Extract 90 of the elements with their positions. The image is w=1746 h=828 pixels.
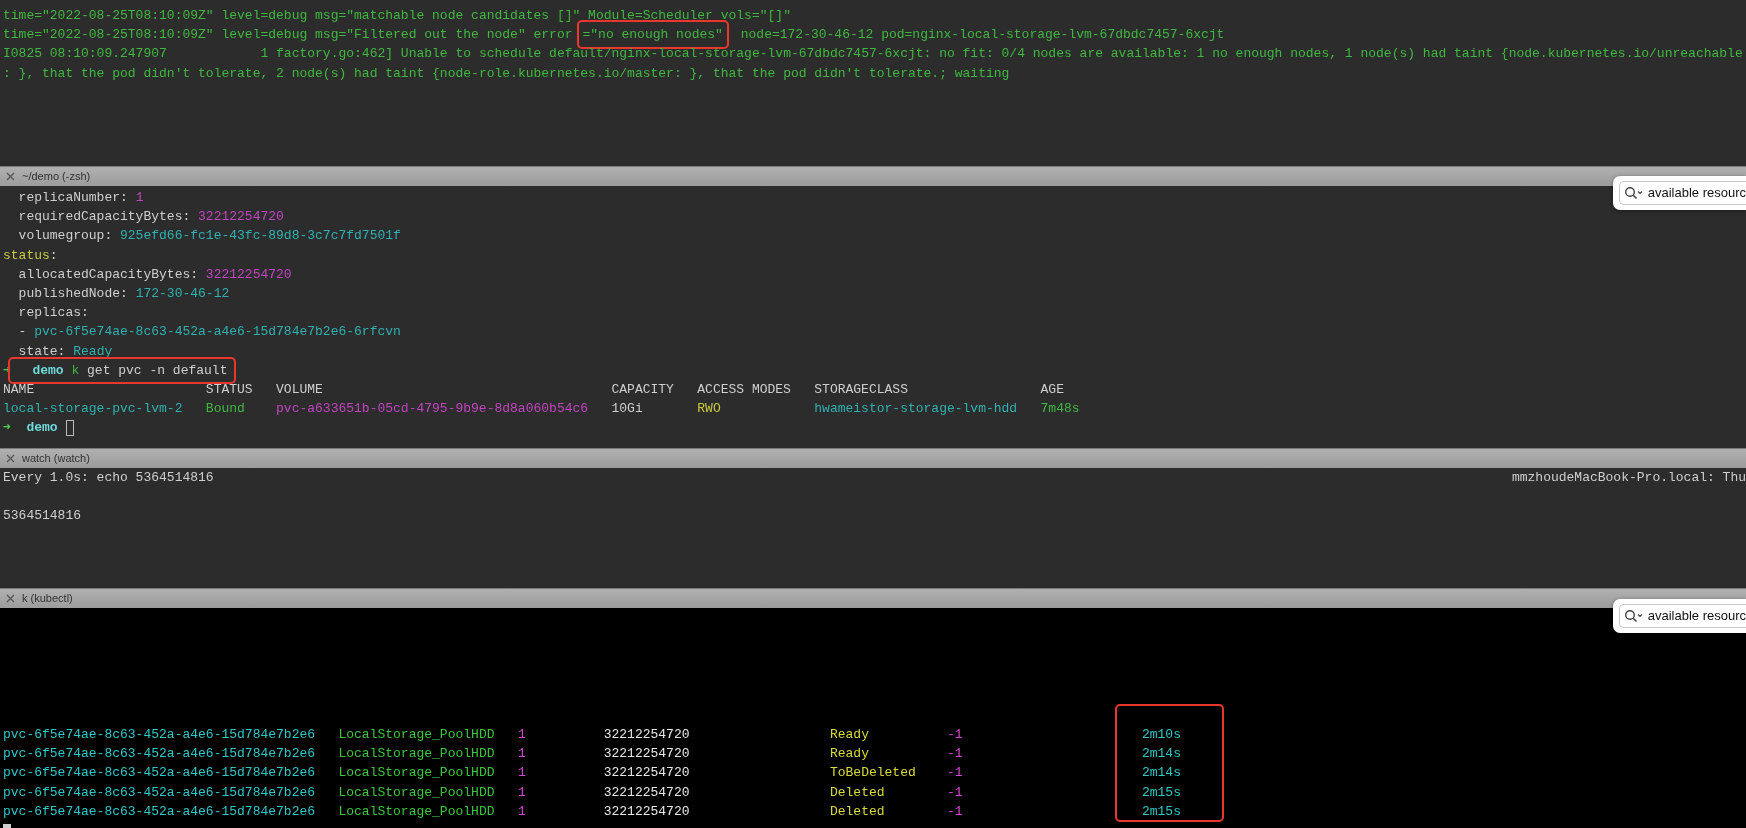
search-field[interactable]: available resourc [1618, 604, 1746, 628]
column-header: NAME [3, 380, 36, 399]
tab-bar[interactable]: ~/demo (-zsh) [0, 166, 1746, 186]
tab-bar[interactable]: k (kubectl) [0, 588, 1746, 608]
column-header: AGE [1040, 380, 1064, 399]
terminal-text: Ready [72, 342, 113, 361]
terminal-text: 32212254720 [197, 208, 284, 227]
table-cell-text: 1 [517, 745, 527, 764]
column-header: ACCESS MODES [697, 380, 792, 399]
terminal-text: demo [31, 361, 64, 380]
table-cell-text: 7m48s [1040, 400, 1080, 419]
table-cell-text: -1 [946, 726, 964, 744]
terminal-text: 925efd66-fc1e-43fc-89d8-3c7c7fd7501f [119, 227, 401, 246]
terminal-text: k [70, 361, 80, 380]
table-cell-text: hwameistor-storage-lvm-hdd [814, 400, 1019, 419]
terminal-text: 5364514816 [3, 507, 81, 526]
terminal-text: status [3, 246, 50, 265]
search-icon[interactable] [1623, 609, 1644, 623]
table-cell-text: pvc-6f5e74ae-8c63-452a-a4e6-15d784e7b2e6 [3, 745, 317, 764]
terminal-text: 172-30-46-12 [134, 284, 230, 303]
terminal-text: state: [17, 342, 66, 361]
table-cell-text: LocalStorage_PoolHDD [338, 726, 496, 744]
table-cell-text: 10Gi [611, 400, 644, 419]
terminal-text: - [17, 323, 27, 342]
table-cell-text: 32212254720 [603, 802, 691, 821]
terminal-text: : [49, 246, 58, 265]
table-cell-text: -1 [946, 764, 964, 783]
terminal-text: pvc-6f5e74ae-8c63-452a-a4e6-15d784e7b2e6-6rfcvn [33, 323, 401, 342]
close-icon[interactable] [6, 594, 15, 603]
column-header: VOLUME [276, 380, 324, 399]
close-icon[interactable] [6, 172, 15, 181]
table-cell-text: pvc-6f5e74ae-8c63-452a-a4e6-15d784e7b2e6 [3, 726, 317, 744]
table-cell-text: 32212254720 [603, 764, 691, 783]
terminal-text: : }, that the pod didn't tolerate, 2 node(s) had taint {node-role.kubernetes.io/master: }, that the pod didn't tolerate.; waiting [3, 64, 1010, 83]
table-cell-text: 2m15s [1141, 802, 1182, 821]
table-cell-text: LocalStorage_PoolHDD [338, 745, 496, 764]
table-cell-text: 2m15s [1141, 783, 1182, 802]
table-cell-text: LocalStorage_PoolHDD [338, 802, 496, 821]
table-cell-text: pvc-6f5e74ae-8c63-452a-a4e6-15d784e7b2e6 [3, 764, 317, 783]
table-cell-text: 1 [517, 764, 527, 783]
tab-title: watch (watch) [22, 450, 90, 466]
table-cell-text: 2m14s [1141, 745, 1182, 764]
terminal-text: publishedNode: [17, 284, 128, 303]
table-cell-text: ToBeDeleted [829, 764, 917, 783]
table-cell-text: Deleted [829, 783, 886, 802]
search-icon[interactable] [1623, 186, 1644, 200]
terminal-text: 1 [134, 189, 144, 207]
watch-command: Every 1.0s: echo 5364514816 [3, 469, 214, 487]
table-cell-text: local-storage-pvc-lvm-2 [3, 400, 184, 419]
column-header: STATUS [205, 380, 254, 399]
table-cell-text: Bound [205, 400, 246, 419]
table-cell-text: pvc-6f5e74ae-8c63-452a-a4e6-15d784e7b2e6 [3, 783, 317, 802]
terminal-text: 32212254720 [204, 265, 292, 284]
table-cell-text: 32212254720 [603, 726, 691, 744]
terminal-text: replicaNumber: [17, 189, 128, 207]
tab-title: k (kubectl) [22, 590, 73, 606]
table-cell-text: 1 [517, 726, 527, 744]
table-cell-text: -1 [946, 802, 964, 821]
table-cell-text: LocalStorage_PoolHDD [338, 764, 496, 783]
table-cell-text: 2m14s [1141, 764, 1182, 783]
table-cell-text: Ready [829, 726, 870, 744]
tab-title: ~/demo (-zsh) [22, 168, 91, 184]
table-cell-text: RWO [697, 400, 722, 419]
table-cell-text: pvc-6f5e74ae-8c63-452a-a4e6-15d784e7b2e6 [3, 802, 317, 821]
terminal-text: replicas: [17, 304, 89, 323]
terminal-text: get pvc -n default [86, 361, 228, 380]
terminal-text: node=172-30-46-12 pod=nginx-local-storage-lvm-67dbdc7457-6xcjt [739, 26, 1225, 45]
table-cell-text: Ready [829, 745, 870, 764]
terminal-text: demo [25, 419, 58, 438]
column-header: STORAGECLASS [814, 380, 909, 399]
tab-bar[interactable]: watch (watch) [0, 448, 1746, 468]
column-header: CAPACITY [611, 380, 675, 399]
table-cell-text: Deleted [829, 802, 886, 821]
table-cell-text: -1 [946, 745, 964, 764]
close-icon[interactable] [6, 454, 15, 463]
terminal-text: requiredCapacityBytes: [17, 208, 191, 227]
table-cell-text: 32212254720 [603, 783, 691, 802]
table-cell-text: 32212254720 [603, 745, 691, 764]
terminal-text: volumegroup: [17, 227, 113, 246]
table-cell-text: pvc-a633651b-05cd-4795-9b9e-8d8a060b54c6 [276, 400, 590, 419]
terminal-text: allocatedCapacityBytes: [17, 265, 199, 284]
table-cell-text: 2m10s [1141, 726, 1182, 744]
search-field[interactable]: available resourc [1618, 181, 1746, 205]
table-cell-text: LocalStorage_PoolHDD [338, 783, 496, 802]
table-cell-text: 1 [517, 802, 527, 821]
table-cell-text: -1 [946, 783, 964, 802]
watch-host: mmzhoudeMacBook-Pro.local: Thu [1511, 469, 1746, 487]
terminal-text: ➜ [3, 419, 11, 438]
terminal-text: time="2022-08-25T08:10:09Z" level=debug msg="Filtered out the node" error [3, 26, 573, 45]
table-cell-text: 1 [517, 783, 527, 802]
